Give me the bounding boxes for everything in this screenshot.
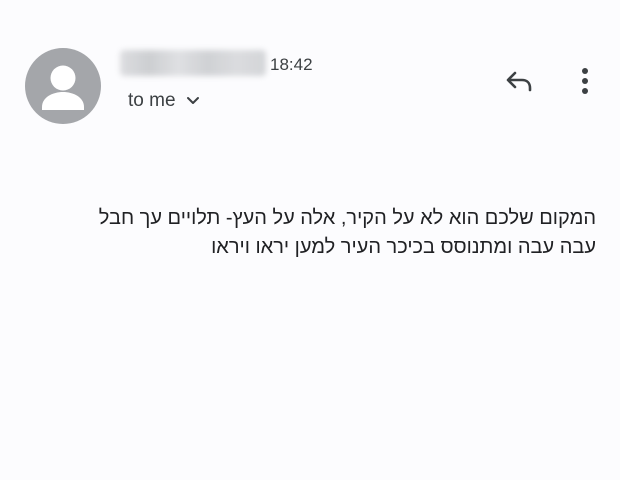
more-options-button[interactable] — [568, 62, 602, 100]
recipient-details-toggle[interactable]: to me — [128, 90, 200, 112]
person-icon — [42, 65, 84, 110]
sender-avatar[interactable] — [25, 48, 101, 124]
message-line: המקום שלכם הוא לא על הקיר, אלה על העץ- ת… — [98, 207, 596, 229]
email-message-view: 18:42 to me המקום שלכם הוא לא על הקיר, א… — [0, 0, 620, 480]
more-vert-icon — [582, 68, 588, 94]
message-time: 18:42 — [270, 55, 313, 74]
recipient-label: to me — [128, 90, 176, 111]
reply-icon — [506, 71, 532, 92]
chevron-down-icon — [186, 97, 199, 104]
sender-name-redacted — [120, 50, 266, 76]
message-line: עבה עבה ומתנוסס בכיכר העיר למען יראו ויר… — [211, 236, 596, 258]
reply-button[interactable] — [500, 62, 538, 100]
message-body: המקום שלכם הוא לא על הקיר, אלה על העץ- ת… — [40, 204, 596, 262]
